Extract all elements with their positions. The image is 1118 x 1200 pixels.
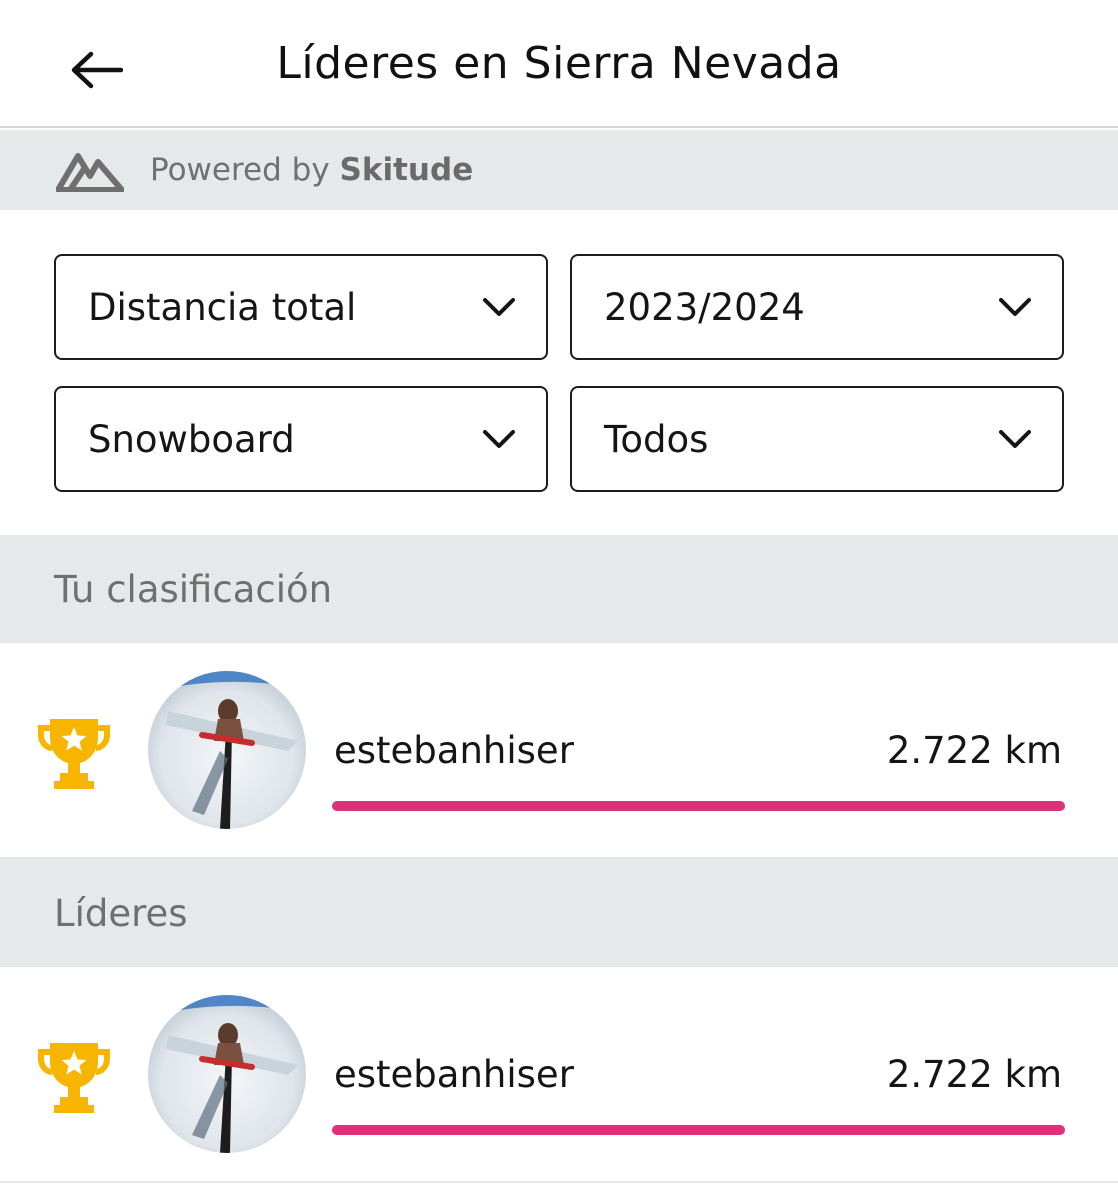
distance-progress-fill	[332, 1125, 1065, 1135]
username: estebanhiser	[334, 1053, 574, 1096]
distance-progress-bar	[332, 1125, 1065, 1135]
app-header: Líderes en Sierra Nevada	[0, 0, 1118, 128]
chevron-down-icon	[999, 430, 1031, 448]
metric-select-value: Distancia total	[88, 285, 357, 329]
avatar[interactable]	[148, 671, 306, 829]
powered-brand: Skitude	[339, 152, 474, 188]
chevron-down-icon	[999, 298, 1031, 316]
page-title: Líderes en Sierra Nevada	[276, 38, 842, 89]
leader-row[interactable]: estebanhiser 2.722 km	[0, 967, 1118, 1183]
distance-value: 2.722 km	[886, 1053, 1062, 1096]
avatar[interactable]	[148, 995, 306, 1153]
sport-select[interactable]: Snowboard	[54, 386, 548, 492]
filters-panel: Distancia total 2023/2024 Snowboard Todo…	[0, 210, 1118, 535]
chevron-down-icon	[483, 430, 515, 448]
distance-progress-bar	[332, 801, 1065, 811]
group-select[interactable]: Todos	[570, 386, 1064, 492]
my-ranking-row[interactable]: estebanhiser 2.722 km	[0, 643, 1118, 859]
sport-select-value: Snowboard	[88, 417, 295, 461]
my-ranking-section-header: Tu clasificación	[0, 535, 1118, 643]
distance-value: 2.722 km	[886, 729, 1062, 772]
powered-by-banner: Powered by Skitude	[0, 130, 1118, 210]
powered-by-text: Powered by Skitude	[150, 152, 473, 188]
trophy-star-icon	[38, 1043, 110, 1113]
my-ranking-label: Tu clasificación	[54, 567, 333, 611]
leaders-label: Líderes	[54, 891, 188, 935]
skitude-logo-icon	[56, 153, 124, 192]
group-select-value: Todos	[604, 417, 709, 461]
distance-progress-fill	[332, 801, 1065, 811]
season-select-value: 2023/2024	[604, 285, 805, 329]
powered-prefix: Powered by	[150, 152, 330, 188]
season-select[interactable]: 2023/2024	[570, 254, 1064, 360]
trophy-star-icon	[38, 719, 110, 789]
leaders-section-header: Líderes	[0, 859, 1118, 967]
username: estebanhiser	[334, 729, 574, 772]
metric-select[interactable]: Distancia total	[54, 254, 548, 360]
chevron-down-icon	[483, 298, 515, 316]
avatar-photo	[148, 671, 306, 829]
avatar-photo	[148, 995, 306, 1153]
